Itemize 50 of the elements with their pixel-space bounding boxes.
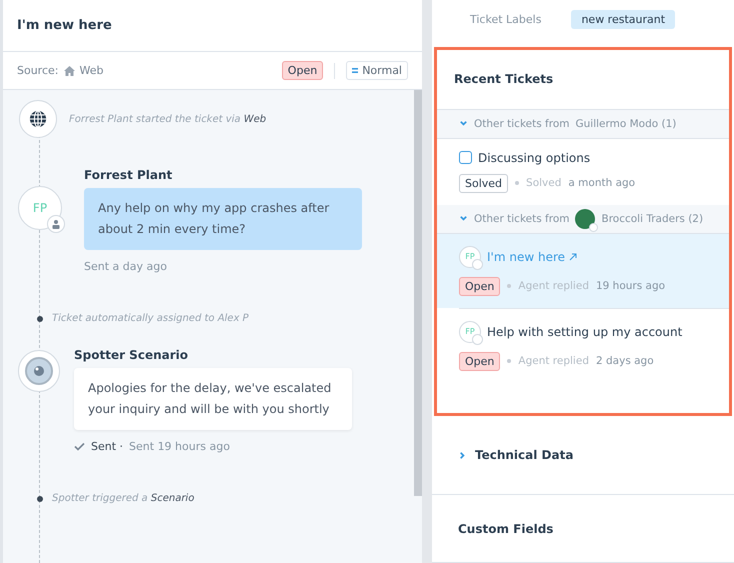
person-icon [47,215,65,233]
section-header[interactable]: Technical Data [432,416,734,496]
status-badge: Solved [459,174,508,193]
delivery-status: Sent · [91,440,124,453]
sent-time: Sent a day ago [84,260,167,273]
ticket-title: Discussing options [478,150,590,165]
external-link-icon [569,252,577,261]
scrollbar[interactable] [414,90,422,496]
checkbox[interactable] [459,151,472,164]
status-badge: Open [459,352,500,371]
org-avatar [575,208,596,229]
chevron-icon [459,119,468,128]
section-header[interactable]: Custom Fields [432,495,734,563]
event-text: Spotter triggered a Scenario [52,493,194,504]
home-icon [64,66,74,76]
meta-label: Agent replied [518,355,589,368]
user-avatar: FP [459,246,481,268]
ticket-title: I'm new here [17,18,112,33]
user-avatar: FP [459,320,481,343]
bot-avatar [18,350,60,392]
chevron-icon [459,214,468,224]
meta-time: a month ago [568,177,636,190]
chevron-icon [458,450,467,460]
meta-label: Agent replied [518,280,589,292]
author-name: Spotter Scenario [74,348,189,362]
timeline-dot [37,316,43,322]
timeline-dot [37,496,43,502]
status-badge: Open [459,276,500,296]
event-text: Forrest Plant started the ticket via Web [69,114,266,124]
ticket-title: Help with setting up my account [487,324,682,339]
ticket-item[interactable]: FP I'm new here Open Agent replied 19 hours ago [437,234,729,308]
label-tag[interactable]: new restaurant [571,10,676,30]
meta-time: 19 hours ago [596,280,666,292]
priority-badge[interactable]: Normal [346,61,408,80]
source-value: Web [80,64,104,77]
author-name: Forrest Plant [84,168,174,182]
globe-icon [19,100,57,138]
panel-splitter[interactable] [422,0,432,563]
message-bubble: Apologies for the delay, we've escalated your inquiry and will be with you shortly [74,368,352,430]
event-text: Ticket automatically assigned to Alex P [52,313,249,324]
labels-label: Ticket Labels [470,13,542,26]
meta-time: 2 days ago [596,355,654,368]
user-avatar: FP [18,186,62,230]
message-bubble: Any help on why my app crashes after about 2 min every time? [84,188,362,250]
source-label: Source: [17,64,58,77]
equals-icon [352,68,358,73]
check-icon [74,442,85,451]
sent-time: Sent 19 hours ago [129,440,230,453]
status-badge[interactable]: Open [282,61,324,80]
meta-label: Solved [526,177,562,190]
